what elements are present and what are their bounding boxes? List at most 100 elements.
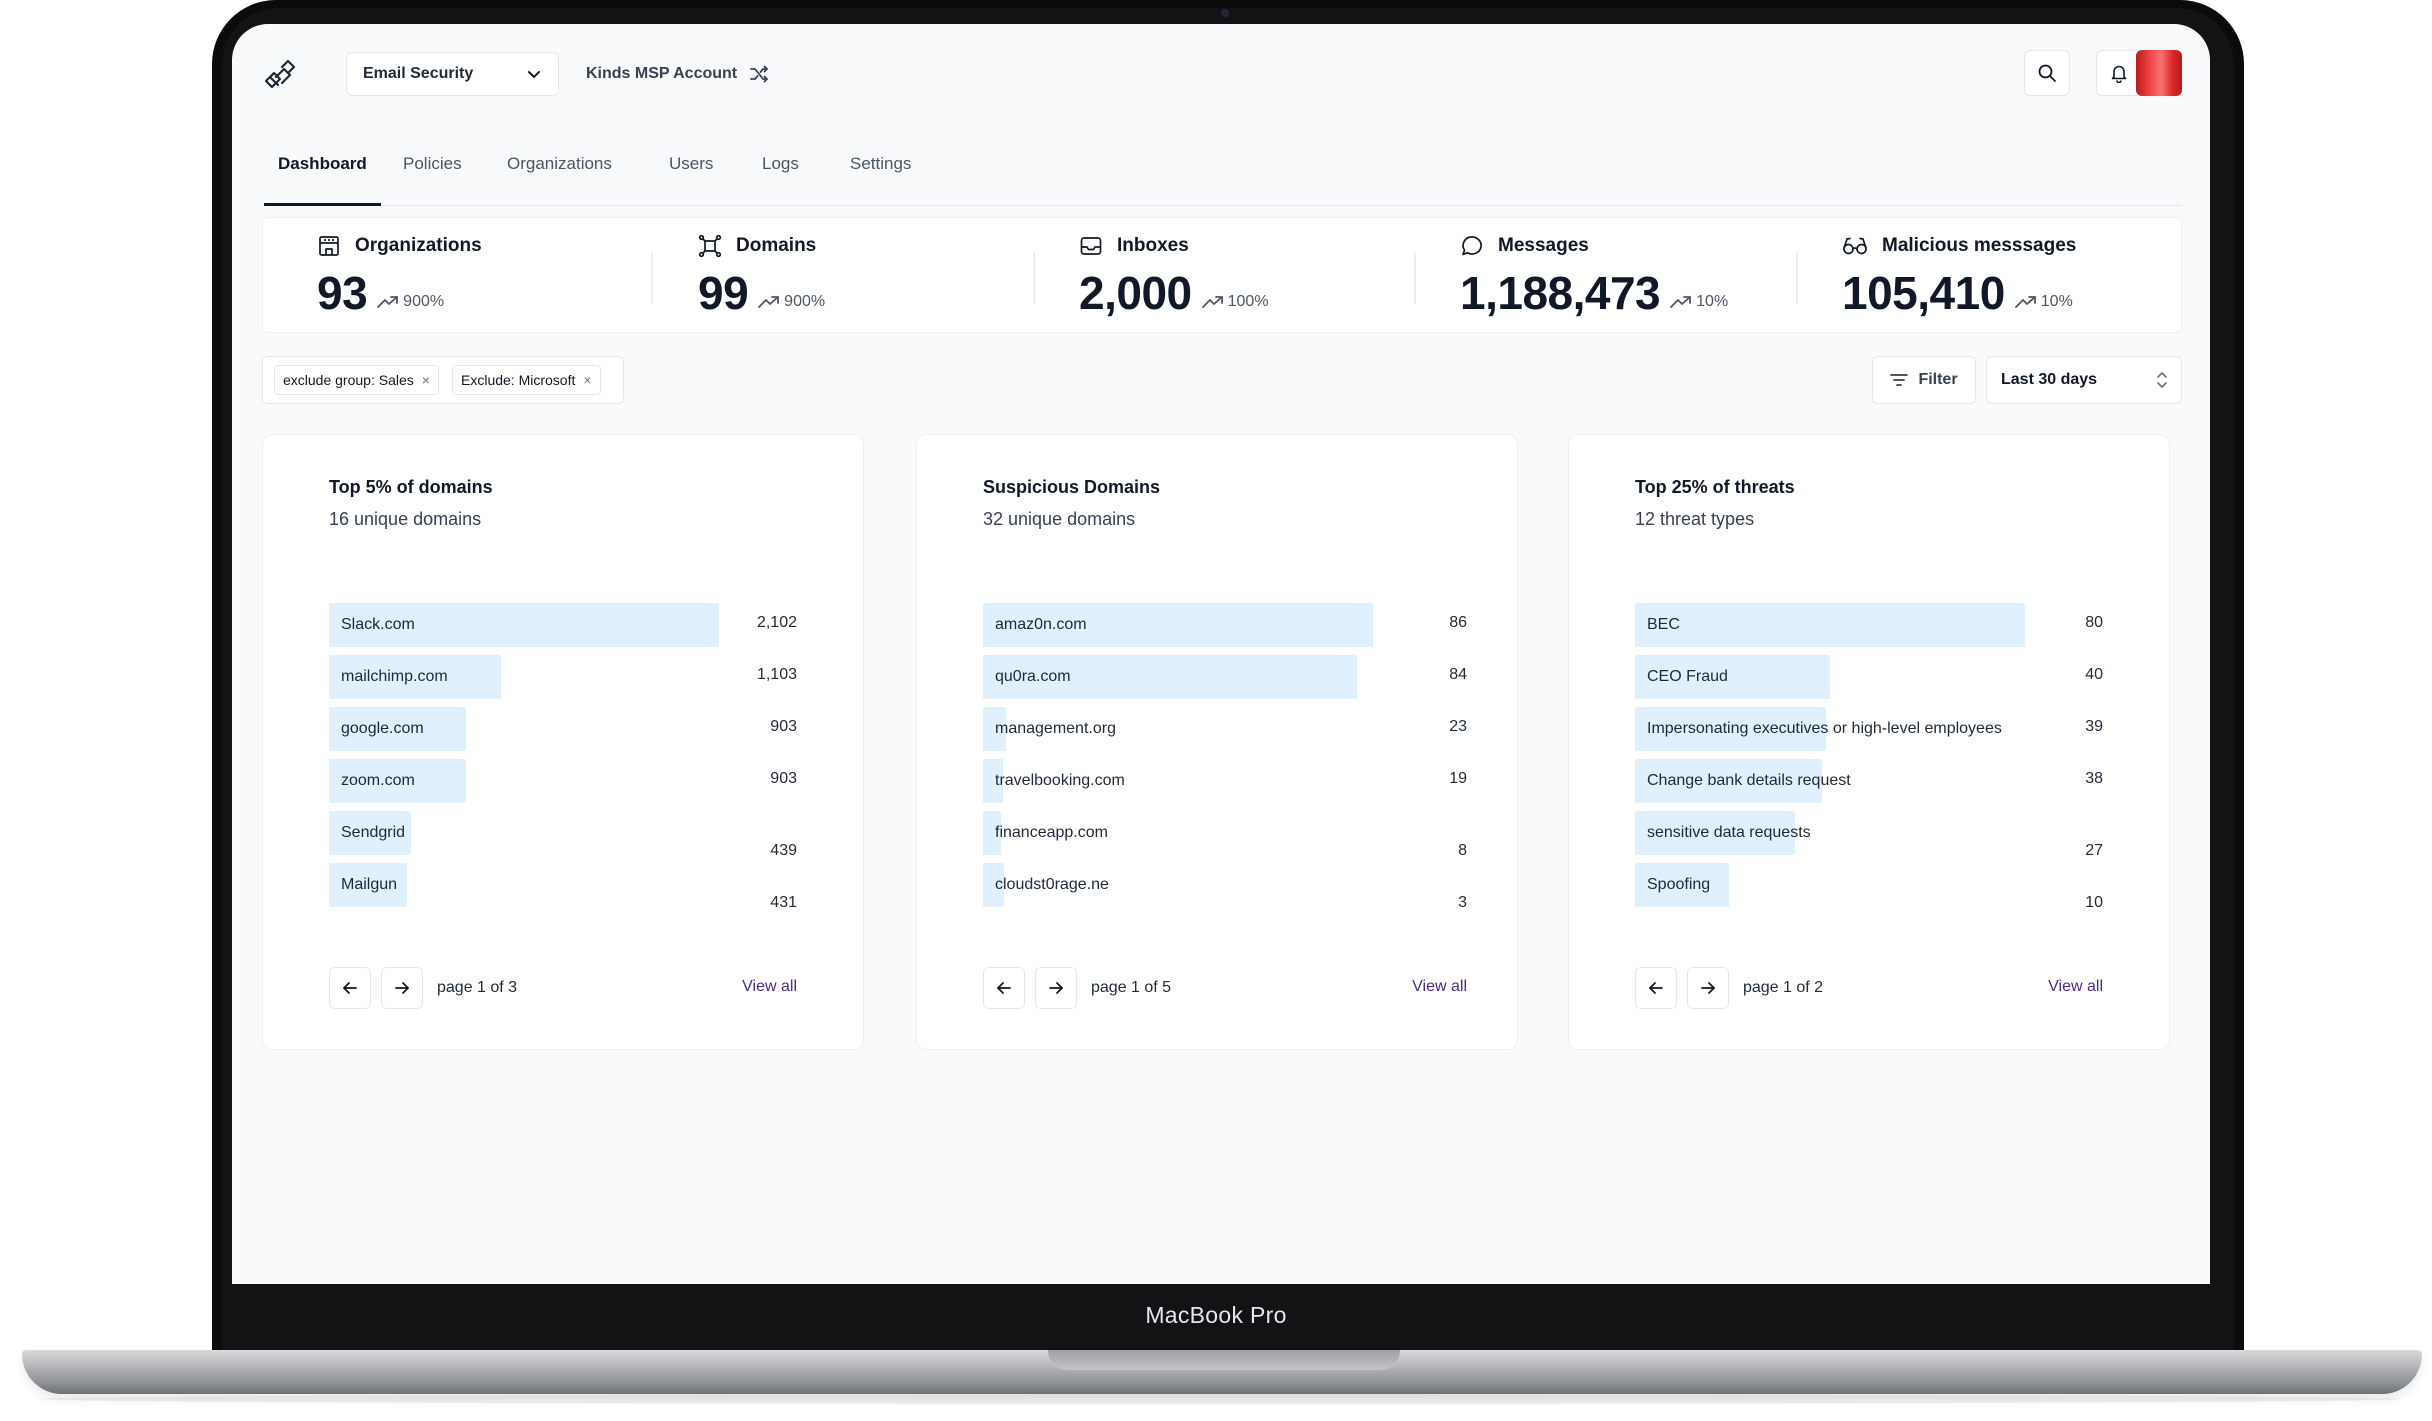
remove-chip-icon[interactable]: × xyxy=(422,372,430,388)
ranking-row[interactable]: travelbooking.com 19 xyxy=(983,759,1467,803)
bar-value: 86 xyxy=(1449,614,1467,631)
ranking-row[interactable]: qu0ra.com 84 xyxy=(983,655,1467,699)
tab-policies[interactable]: Policies xyxy=(389,144,476,206)
filter-chip-label: exclude group: Sales xyxy=(283,372,414,388)
chevron-down-icon xyxy=(528,71,540,79)
bar-label: sensitive data requests xyxy=(1647,824,1811,841)
bar-label: management.org xyxy=(995,720,1116,737)
ranking-row[interactable]: google.com 903 xyxy=(329,707,797,751)
previous-page-button[interactable] xyxy=(329,967,371,1009)
ranking-row[interactable]: mailchimp.com 1,103 xyxy=(329,655,797,699)
date-range-select[interactable]: Last 30 days xyxy=(1986,356,2182,404)
filter-chip[interactable]: exclude group: Sales × xyxy=(274,365,439,395)
stat-value: 2,000 xyxy=(1079,267,1192,319)
ranking-row[interactable]: Change bank details request 38 xyxy=(1635,759,2103,803)
next-page-button[interactable] xyxy=(381,967,423,1009)
ranking-row[interactable]: BEC 80 xyxy=(1635,603,2103,647)
ranking-row[interactable]: cloudst0rage.ne 3 xyxy=(983,863,1467,911)
ranking-row[interactable]: management.org 23 xyxy=(983,707,1467,751)
bar-label: BEC xyxy=(1647,616,1680,633)
active-filters: exclude group: Sales × Exclude: Microsof… xyxy=(262,356,624,404)
tab-users[interactable]: Users xyxy=(655,144,727,206)
card-title: Top 5% of domains xyxy=(329,477,493,497)
ranking-row[interactable]: sensitive data requests 27 xyxy=(1635,811,2103,859)
stat-label: Inboxes xyxy=(1117,235,1189,256)
bar-value: 39 xyxy=(2085,718,2103,735)
tab-dashboard[interactable]: Dashboard xyxy=(264,144,381,206)
bar-value: 19 xyxy=(1449,770,1467,787)
previous-page-button[interactable] xyxy=(983,967,1025,1009)
camera xyxy=(1221,9,1229,17)
stat-change: 900% xyxy=(377,293,444,311)
ranking-row[interactable]: Mailgun 431 xyxy=(329,863,797,911)
search-button[interactable] xyxy=(2024,50,2070,96)
avatar[interactable] xyxy=(2136,50,2182,96)
shuffle-icon xyxy=(750,65,769,83)
view-all-link[interactable]: View all xyxy=(1412,978,1467,996)
bar-label: qu0ra.com xyxy=(995,668,1071,685)
tab-settings[interactable]: Settings xyxy=(836,144,925,206)
trend-up-icon xyxy=(2014,296,2036,308)
ranking-row[interactable]: CEO Fraud 40 xyxy=(1635,655,2103,699)
ranking-row[interactable]: Impersonating executives or high-level e… xyxy=(1635,707,2103,751)
ranking-row[interactable]: financeapp.com 8 xyxy=(983,811,1467,859)
next-page-button[interactable] xyxy=(1035,967,1077,1009)
laptop-notch xyxy=(1048,1350,1400,1370)
bar-value: 40 xyxy=(2085,666,2103,683)
ranking-row[interactable]: Spoofing 10 xyxy=(1635,863,2103,911)
view-all-link[interactable]: View all xyxy=(742,978,797,996)
device-label: MacBook Pro xyxy=(1145,1302,1287,1328)
bar-fill xyxy=(1635,603,2025,647)
page-indicator: page 1 of 2 xyxy=(1743,979,1824,996)
card-subtitle: 16 unique domains xyxy=(329,509,482,529)
filter-chip[interactable]: Exclude: Microsoft × xyxy=(452,365,601,395)
remove-chip-icon[interactable]: × xyxy=(583,372,591,388)
main-tabs: Dashboard Policies Organizations Users L… xyxy=(264,144,2182,206)
next-page-button[interactable] xyxy=(1687,967,1729,1009)
ranking-row[interactable]: zoom.com 903 xyxy=(329,759,797,803)
bar-value: 80 xyxy=(2085,614,2103,631)
bar-value: 38 xyxy=(2085,770,2103,787)
stat-label: Malicious messsages xyxy=(1882,235,2077,256)
bar-value: 2,102 xyxy=(756,614,797,631)
view-all-link[interactable]: View all xyxy=(2048,978,2103,996)
card-title: Suspicious Domains xyxy=(983,477,1161,497)
stat-change: 10% xyxy=(2014,293,2073,311)
filter-lines-icon xyxy=(1890,374,1909,386)
top-bar: Email Security Kinds MSP Account xyxy=(262,50,2182,100)
tab-organizations[interactable]: Organizations xyxy=(493,144,626,206)
bar-label: Impersonating executives or high-level e… xyxy=(1647,720,2002,737)
pagination: page 1 of 5 xyxy=(983,967,1171,1009)
stats-strip: Organizations 93 900% Domains 99 900% In… xyxy=(262,217,2182,333)
divider xyxy=(1796,252,1798,304)
bar-value: 84 xyxy=(1449,666,1467,683)
arrow-left-icon xyxy=(1649,982,1663,994)
bar-value: 903 xyxy=(770,770,797,787)
trend-up-icon xyxy=(377,296,399,308)
filter-button[interactable]: Filter xyxy=(1872,356,1976,404)
previous-page-button[interactable] xyxy=(1635,967,1677,1009)
bar-value: 27 xyxy=(2085,842,2103,859)
tab-logs[interactable]: Logs xyxy=(748,144,813,206)
product-select-label: Email Security xyxy=(363,65,474,82)
arrow-right-icon xyxy=(395,982,409,994)
bar-label: Spoofing xyxy=(1647,876,1711,893)
arrow-left-icon xyxy=(343,982,357,994)
arrow-right-icon xyxy=(1701,982,1715,994)
product-select[interactable]: Email Security xyxy=(346,52,559,96)
ranking-row[interactable]: amaz0n.com 86 xyxy=(983,603,1467,647)
card-title: Top 25% of threats xyxy=(1635,477,1795,497)
ranking-card: Top 5% of domains 16 unique domains Slack.… xyxy=(262,434,864,1050)
bar-value: 10 xyxy=(2085,894,2103,911)
app-screen: Email Security Kinds MSP Account Dashboa… xyxy=(232,24,2210,1284)
bar-label: Sendgrid xyxy=(341,824,406,841)
account-switcher[interactable]: Kinds MSP Account xyxy=(586,52,769,96)
date-range-label: Last 30 days xyxy=(2001,371,2098,388)
ranking-row[interactable]: Slack.com 2,102 xyxy=(329,603,797,647)
pagination: page 1 of 3 xyxy=(329,967,517,1009)
app-logo-icon[interactable] xyxy=(262,57,298,93)
ranking-row[interactable]: Sendgrid 439 xyxy=(329,811,797,859)
building-icon xyxy=(319,236,339,256)
pagination: page 1 of 2 xyxy=(1635,967,1823,1009)
chevron-up-down-icon xyxy=(2157,372,2167,388)
